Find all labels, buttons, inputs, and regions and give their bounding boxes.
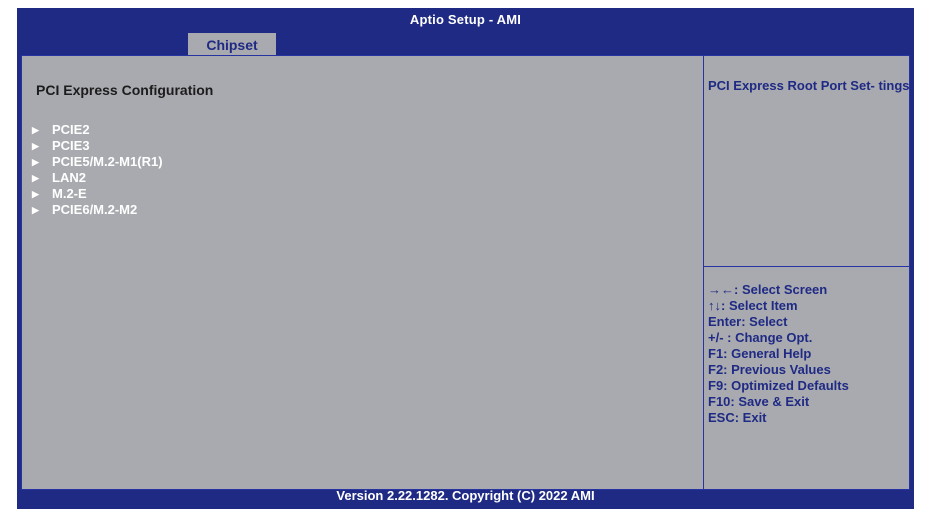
help-text-line: PCI Express Root Port Set- tings. <box>708 78 914 93</box>
submenu-item-pcie5-m2-m1[interactable]: ▶ PCIE5/M.2-M1(R1) <box>32 154 163 170</box>
help-pane: PCI Express Root Port Set- tings. →←: Se… <box>704 56 913 489</box>
submenu-item-label: LAN2 <box>52 170 86 185</box>
submenu-item-label: PCIE5/M.2-M1(R1) <box>52 154 163 169</box>
help-text: PCI Express Root Port Set- tings. <box>708 78 918 94</box>
submenu-arrow-icon: ▶ <box>32 205 39 215</box>
window-title: Aptio Setup - AMI <box>409 12 522 27</box>
key-optimized-defaults: F9: Optimized Defaults <box>708 378 849 393</box>
submenu-item-pcie3[interactable]: ▶ PCIE3 <box>32 138 163 154</box>
version-footer: Version 2.22.1282. Copyright (C) 2022 AM… <box>336 488 595 503</box>
submenu-arrow-icon: ▶ <box>32 189 39 199</box>
key-esc-exit: ESC: Exit <box>708 410 767 425</box>
submenu-list: ▶ PCIE2 ▶ PCIE3 ▶ PCIE5/M.2-M1(R1) ▶ LAN2 ▶ M… <box>32 122 163 218</box>
submenu-item-pcie2[interactable]: ▶ PCIE2 <box>32 122 163 138</box>
settings-pane: PCI Express Configuration ▶ PCIE2 ▶ PCIE3 … <box>22 56 703 489</box>
tab-chipset[interactable]: Chipset <box>188 33 276 55</box>
submenu-item-label: PCIE3 <box>52 138 90 153</box>
key-select-screen: →←: Select Screen <box>708 282 828 297</box>
key-legend: →←: Select Screen ↑↓: Select Item Enter:… <box>708 282 849 426</box>
submenu-arrow-icon: ▶ <box>32 125 39 135</box>
submenu-item-lan2[interactable]: ▶ LAN2 <box>32 170 163 186</box>
bios-window: Aptio Setup - AMI Chipset PCI Express Co… <box>17 8 914 509</box>
key-select-item: ↑↓: Select Item <box>708 298 798 313</box>
submenu-arrow-icon: ▶ <box>32 173 39 183</box>
submenu-arrow-icon: ▶ <box>32 141 39 151</box>
section-title: PCI Express Configuration <box>36 82 214 98</box>
key-enter-select: Enter: Select <box>708 314 788 329</box>
submenu-item-label: PCIE6/M.2-M2 <box>52 202 138 217</box>
horizontal-divider <box>704 266 909 267</box>
key-previous-values: F2: Previous Values <box>708 362 831 377</box>
submenu-item-label: PCIE2 <box>52 122 90 137</box>
main-panel: PCI Express Configuration ▶ PCIE2 ▶ PCIE3 … <box>21 55 913 490</box>
submenu-item-pcie6-m2-m2[interactable]: ▶ PCIE6/M.2-M2 <box>32 202 163 218</box>
key-change-opt: +/- : Change Opt. <box>708 330 813 345</box>
key-save-exit: F10: Save & Exit <box>708 394 810 409</box>
submenu-item-label: M.2-E <box>52 186 87 201</box>
submenu-arrow-icon: ▶ <box>32 157 39 167</box>
submenu-item-m2-e[interactable]: ▶ M.2-E <box>32 186 163 202</box>
key-general-help: F1: General Help <box>708 346 812 361</box>
